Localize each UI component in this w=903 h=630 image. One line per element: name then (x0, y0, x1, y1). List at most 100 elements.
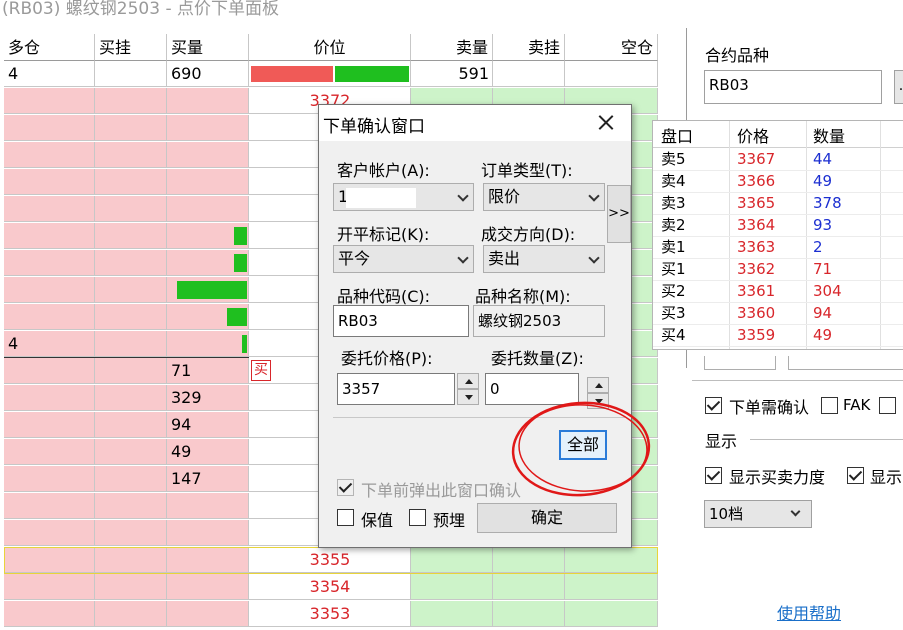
ladder-cell-buy-qty[interactable] (167, 196, 249, 222)
ladder-cell-buy-qty[interactable] (167, 115, 249, 141)
depth-levels-select[interactable]: 10档 (704, 500, 812, 528)
quote-row[interactable]: 卖3 3365 378 (653, 193, 903, 215)
ladder-header-buy-qty[interactable]: 买量 (167, 34, 249, 61)
ladder-header-sell-qty[interactable]: 卖量 (411, 34, 493, 61)
ladder-cell-buy-order[interactable] (95, 466, 167, 492)
hedge-checkbox[interactable] (337, 509, 354, 526)
ladder-header-price[interactable]: 价位 (249, 34, 411, 61)
help-link[interactable]: 使用帮助 (777, 600, 841, 624)
ladder-cell-buy-order[interactable] (95, 277, 167, 303)
ladder-cell-buy-order[interactable] (95, 250, 167, 276)
show-force-checkbox[interactable] (705, 467, 722, 484)
buy-marker[interactable]: 买 (251, 360, 271, 381)
order-confirm-checkbox[interactable] (705, 397, 722, 414)
ladder-cell-long-pos[interactable] (4, 223, 95, 249)
ladder-cell-long-pos[interactable] (4, 412, 95, 438)
quote-row[interactable]: 买2 3361 304 (653, 281, 903, 303)
direction-select[interactable]: 卖出 (483, 245, 605, 273)
price-input[interactable]: 3357 (337, 373, 455, 405)
account-select[interactable]: 1 (333, 183, 474, 211)
offset-select[interactable]: 平今 (333, 245, 474, 273)
depth-bar (177, 281, 247, 299)
show-other-label: 显示 (870, 468, 903, 487)
quote-row[interactable]: 买3 3360 94 (653, 303, 903, 325)
ladder-cell-buy-order[interactable] (95, 196, 167, 222)
ladder-cell-sell-qty[interactable] (411, 601, 493, 627)
ladder-cell-long-pos[interactable] (4, 250, 95, 276)
ladder-cell-buy-order[interactable] (95, 358, 167, 384)
ladder-cell-buy-order[interactable] (95, 304, 167, 330)
contract-input[interactable]: RB03 (704, 70, 882, 104)
ladder-cell-long-pos[interactable] (4, 115, 95, 141)
ladder-buy-qty: 94 (171, 415, 192, 434)
ladder-cell-buy-qty[interactable] (167, 331, 249, 357)
ladder-cell-buy-qty[interactable] (167, 88, 249, 114)
ladder-cell-long-pos[interactable] (4, 385, 95, 411)
ladder-cell-long-pos[interactable] (4, 601, 95, 627)
ladder-cell-long-pos[interactable] (4, 493, 95, 519)
quote-row[interactable]: 买1 3362 71 (653, 259, 903, 281)
quote-row[interactable]: 买4 3359 49 (653, 325, 903, 347)
ladder-cell-buy-order[interactable] (95, 169, 167, 195)
order-type-select[interactable]: 限价 (483, 183, 605, 211)
quote-price: 3360 (737, 304, 776, 322)
ladder-cell-short-pos[interactable] (565, 574, 658, 600)
ladder-cell-long-pos[interactable] (4, 277, 95, 303)
ladder-cell-buy-order[interactable] (95, 574, 167, 600)
ladder-cell-buy-order[interactable] (95, 412, 167, 438)
ladder-cell-buy-order[interactable] (95, 331, 167, 357)
ladder-cell-buy-qty[interactable] (167, 574, 249, 600)
ladder-cell-buy-order[interactable] (95, 142, 167, 168)
ladder-cell-long-pos[interactable] (4, 466, 95, 492)
ladder-cell-long-pos[interactable] (4, 142, 95, 168)
quote-row[interactable]: 卖4 3366 49 (653, 171, 903, 193)
preload-checkbox[interactable] (409, 509, 426, 526)
ladder-cell-sell-order[interactable] (493, 574, 565, 600)
ladder-cell-long-pos[interactable] (4, 304, 95, 330)
ladder-header-sell-order[interactable]: 卖挂 (493, 34, 565, 61)
ladder-cell-buy-order[interactable] (95, 493, 167, 519)
ladder-cell-buy-order[interactable] (95, 223, 167, 249)
ladder-cell-buy-qty[interactable] (167, 493, 249, 519)
ladder-cell-short-pos[interactable] (565, 601, 658, 627)
quote-row[interactable]: 卖1 3363 2 (653, 237, 903, 259)
ladder-cell-buy-qty[interactable] (167, 601, 249, 627)
ladder-cell-long-pos[interactable] (4, 358, 95, 384)
ladder-cell-buy-order[interactable] (95, 601, 167, 627)
quote-row[interactable]: 卖2 3364 93 (653, 215, 903, 237)
extra-checkbox[interactable] (879, 397, 896, 414)
ladder-cell-buy-order[interactable] (95, 385, 167, 411)
quote-table: 盘口 价格 数量 卖5 3367 44 卖4 3366 49 卖3 3365 378 卖2 3364… (652, 120, 903, 350)
ladder-buy-qty: 71 (171, 361, 192, 380)
ladder-header-buy-order[interactable]: 买挂 (95, 34, 167, 61)
quote-row[interactable]: 卖5 3367 44 (653, 149, 903, 171)
ladder-cell-long-pos[interactable] (4, 88, 95, 114)
ladder-cell-buy-qty[interactable] (167, 142, 249, 168)
close-button[interactable] (591, 107, 621, 137)
ladder-cell-sell-order[interactable] (493, 601, 565, 627)
contract-select-button[interactable]: . (894, 70, 903, 104)
ladder-cell-buy-qty[interactable] (167, 169, 249, 195)
expand-button[interactable]: >> (607, 185, 631, 243)
all-qty-button[interactable]: 全部 (559, 430, 607, 460)
ok-button[interactable]: 确定 (477, 503, 617, 533)
ladder-cell-long-pos[interactable] (4, 439, 95, 465)
popup-confirm-checkbox[interactable] (337, 479, 354, 496)
ladder-cell-buy-qty[interactable] (167, 520, 249, 546)
ladder-cell-buy-order[interactable] (95, 520, 167, 546)
show-other-checkbox[interactable] (847, 467, 864, 484)
quote-level: 买2 (661, 282, 686, 300)
ladder-cell-buy-order[interactable] (95, 439, 167, 465)
ladder-cell-long-pos[interactable] (4, 574, 95, 600)
price-stepper[interactable] (457, 373, 479, 405)
ladder-cell-long-pos[interactable] (4, 520, 95, 546)
code-input[interactable]: RB03 (333, 305, 469, 337)
ladder-header-short-pos[interactable]: 空仓 (565, 34, 658, 61)
ladder-cell-buy-order[interactable] (95, 88, 167, 114)
ladder-cell-buy-order[interactable] (95, 115, 167, 141)
ladder-cell-sell-qty[interactable] (411, 574, 493, 600)
ladder-cell-long-pos[interactable] (4, 196, 95, 222)
ladder-cell-long-pos[interactable] (4, 169, 95, 195)
ladder-header-long-pos[interactable]: 多仓 (4, 34, 95, 61)
fak-checkbox[interactable] (821, 397, 838, 414)
